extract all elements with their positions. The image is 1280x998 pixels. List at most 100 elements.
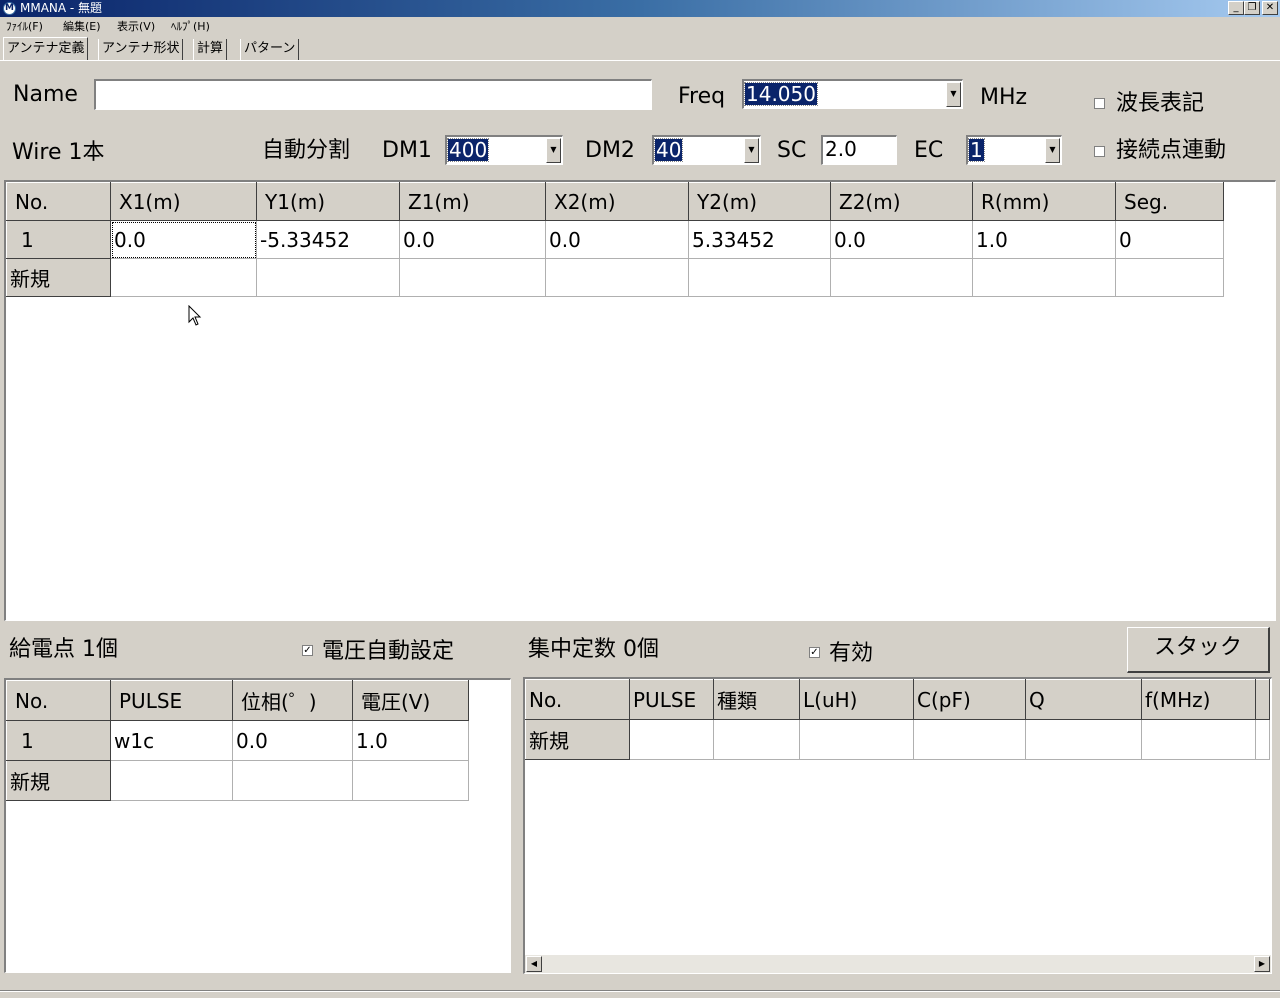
header-pulse: PULSE — [629, 679, 714, 720]
cell-voltage[interactable]: 1.0 — [352, 720, 469, 761]
restore-button[interactable]: ❐ — [1244, 1, 1260, 15]
source-title: 給電点 1個 — [9, 637, 118, 662]
wire-count: Wire 1本 — [12, 140, 105, 165]
sc-label: SC — [777, 138, 807, 163]
new-cell[interactable] — [399, 258, 546, 297]
menu-edit[interactable]: 編集(E) — [63, 17, 101, 36]
ec-combo[interactable]: 1 ▼ — [966, 135, 1062, 165]
tab-panel-border — [0, 60, 1280, 61]
ec-value: 1 — [968, 138, 985, 162]
new-cell[interactable] — [713, 719, 800, 760]
header-x1: X1(m) — [110, 182, 257, 221]
wavelength-checkbox[interactable] — [1094, 98, 1105, 109]
new-cell[interactable] — [1025, 719, 1142, 760]
new-cell[interactable] — [688, 258, 831, 297]
header-y1: Y1(m) — [256, 182, 400, 221]
minimize-button[interactable]: _ — [1228, 1, 1244, 15]
new-cell[interactable] — [110, 760, 233, 801]
stack-button[interactable]: スタック — [1127, 627, 1270, 673]
sc-input[interactable]: 2.0 — [821, 135, 897, 165]
wire-table: No. X1(m) Y1(m) Z1(m) X2(m) Y2(m) Z2(m) … — [4, 180, 1276, 621]
cell-y1[interactable]: -5.33452 — [256, 220, 400, 259]
row-number: 1 — [6, 220, 111, 259]
new-cell[interactable] — [629, 719, 714, 760]
ec-dropdown-arrow-icon[interactable]: ▼ — [1045, 138, 1060, 163]
close-button[interactable]: ✕ — [1262, 1, 1278, 15]
tab-antenna-definition[interactable]: アンテナ定義 — [3, 37, 89, 60]
new-cell[interactable] — [256, 258, 400, 297]
dm1-value: 400 — [446, 138, 490, 162]
new-cell[interactable] — [913, 719, 1026, 760]
window-title: MMANA - 無題 — [20, 1, 103, 15]
header-z2: Z2(m) — [830, 182, 973, 221]
table-row[interactable]: 1 0.0 -5.33452 0.0 0.0 5.33452 0.0 1.0 0 — [6, 220, 1224, 259]
loads-title: 集中定数 0個 — [528, 637, 659, 662]
header-extra — [1255, 679, 1270, 720]
tab-pattern[interactable]: パターン — [240, 39, 300, 60]
tab-calculate[interactable]: 計算 — [193, 39, 228, 60]
new-row[interactable]: 新規 — [525, 719, 1270, 760]
dm1-dropdown-arrow-icon[interactable]: ▼ — [546, 138, 561, 163]
header-x2: X2(m) — [545, 182, 689, 221]
new-cell[interactable] — [1141, 719, 1256, 760]
cell-phase[interactable]: 0.0 — [232, 720, 353, 761]
cell-seg[interactable]: 0 — [1115, 220, 1224, 259]
scroll-left-icon[interactable]: ◀ — [526, 956, 542, 972]
cell-y2[interactable]: 5.33452 — [688, 220, 831, 259]
new-cell[interactable] — [830, 258, 973, 297]
loads-enabled-checkbox[interactable]: ✓ — [809, 647, 820, 658]
link-checkbox[interactable] — [1094, 146, 1105, 157]
new-cell[interactable] — [799, 719, 914, 760]
dm2-dropdown-arrow-icon[interactable]: ▼ — [744, 138, 759, 163]
new-cell[interactable] — [972, 258, 1116, 297]
new-cell[interactable] — [232, 760, 353, 801]
cell-pulse[interactable]: w1c — [110, 720, 233, 761]
auto-voltage-checkbox[interactable]: ✓ — [302, 645, 313, 656]
table-row[interactable]: 1 w1c 0.0 1.0 — [6, 720, 469, 761]
header-q: Q — [1025, 679, 1142, 720]
freq-unit: MHz — [980, 85, 1028, 110]
ec-label: EC — [914, 138, 944, 163]
header-seg: Seg. — [1115, 182, 1224, 221]
new-row-label: 新規 — [525, 719, 630, 760]
new-row[interactable]: 新規 — [6, 258, 1224, 297]
header-l: L(uH) — [799, 679, 914, 720]
header-type: 種類 — [713, 679, 800, 720]
header-no: No. — [6, 680, 111, 721]
menu-help[interactable]: ﾍﾙﾌﾟ(H) — [171, 17, 210, 36]
menu-bar: ﾌｧｲﾙ(F) 編集(E) 表示(V) ﾍﾙﾌﾟ(H) — [0, 17, 1280, 36]
new-cell[interactable] — [1255, 719, 1270, 760]
header-f: f(MHz) — [1141, 679, 1256, 720]
freq-label: Freq — [678, 84, 726, 109]
dm2-value: 40 — [653, 138, 684, 162]
app-icon: M — [3, 2, 16, 15]
header-c: C(pF) — [913, 679, 1026, 720]
new-cell[interactable] — [1115, 258, 1224, 297]
horizontal-scrollbar[interactable]: ◀ ▶ — [525, 955, 1271, 973]
scroll-right-icon[interactable]: ▶ — [1254, 956, 1270, 972]
name-label: Name — [13, 82, 78, 107]
header-no: No. — [525, 679, 630, 720]
cell-r[interactable]: 1.0 — [972, 220, 1116, 259]
wire-table-header: No. X1(m) Y1(m) Z1(m) X2(m) Y2(m) Z2(m) … — [6, 182, 1224, 221]
cell-z1[interactable]: 0.0 — [399, 220, 546, 259]
header-voltage: 電圧(V) — [352, 680, 469, 721]
name-input[interactable] — [94, 79, 652, 110]
dm1-combo[interactable]: 400 ▼ — [445, 135, 563, 165]
new-cell[interactable] — [545, 258, 689, 297]
freq-dropdown-arrow-icon[interactable]: ▼ — [946, 82, 961, 107]
cell-z2[interactable]: 0.0 — [830, 220, 973, 259]
tab-antenna-geometry[interactable]: アンテナ形状 — [98, 39, 184, 60]
cell-x1[interactable]: 0.0 — [110, 220, 257, 259]
new-row-label: 新規 — [6, 760, 111, 801]
cell-x2[interactable]: 0.0 — [545, 220, 689, 259]
new-cell[interactable] — [352, 760, 469, 801]
freq-combo[interactable]: 14.050 ▼ — [742, 79, 963, 109]
dm2-combo[interactable]: 40 ▼ — [652, 135, 761, 165]
new-row[interactable]: 新規 — [6, 760, 469, 801]
new-cell[interactable] — [110, 258, 257, 297]
dm1-label: DM1 — [382, 138, 432, 163]
header-pulse: PULSE — [110, 680, 233, 721]
menu-view[interactable]: 表示(V) — [117, 17, 155, 36]
menu-file[interactable]: ﾌｧｲﾙ(F) — [6, 17, 43, 36]
